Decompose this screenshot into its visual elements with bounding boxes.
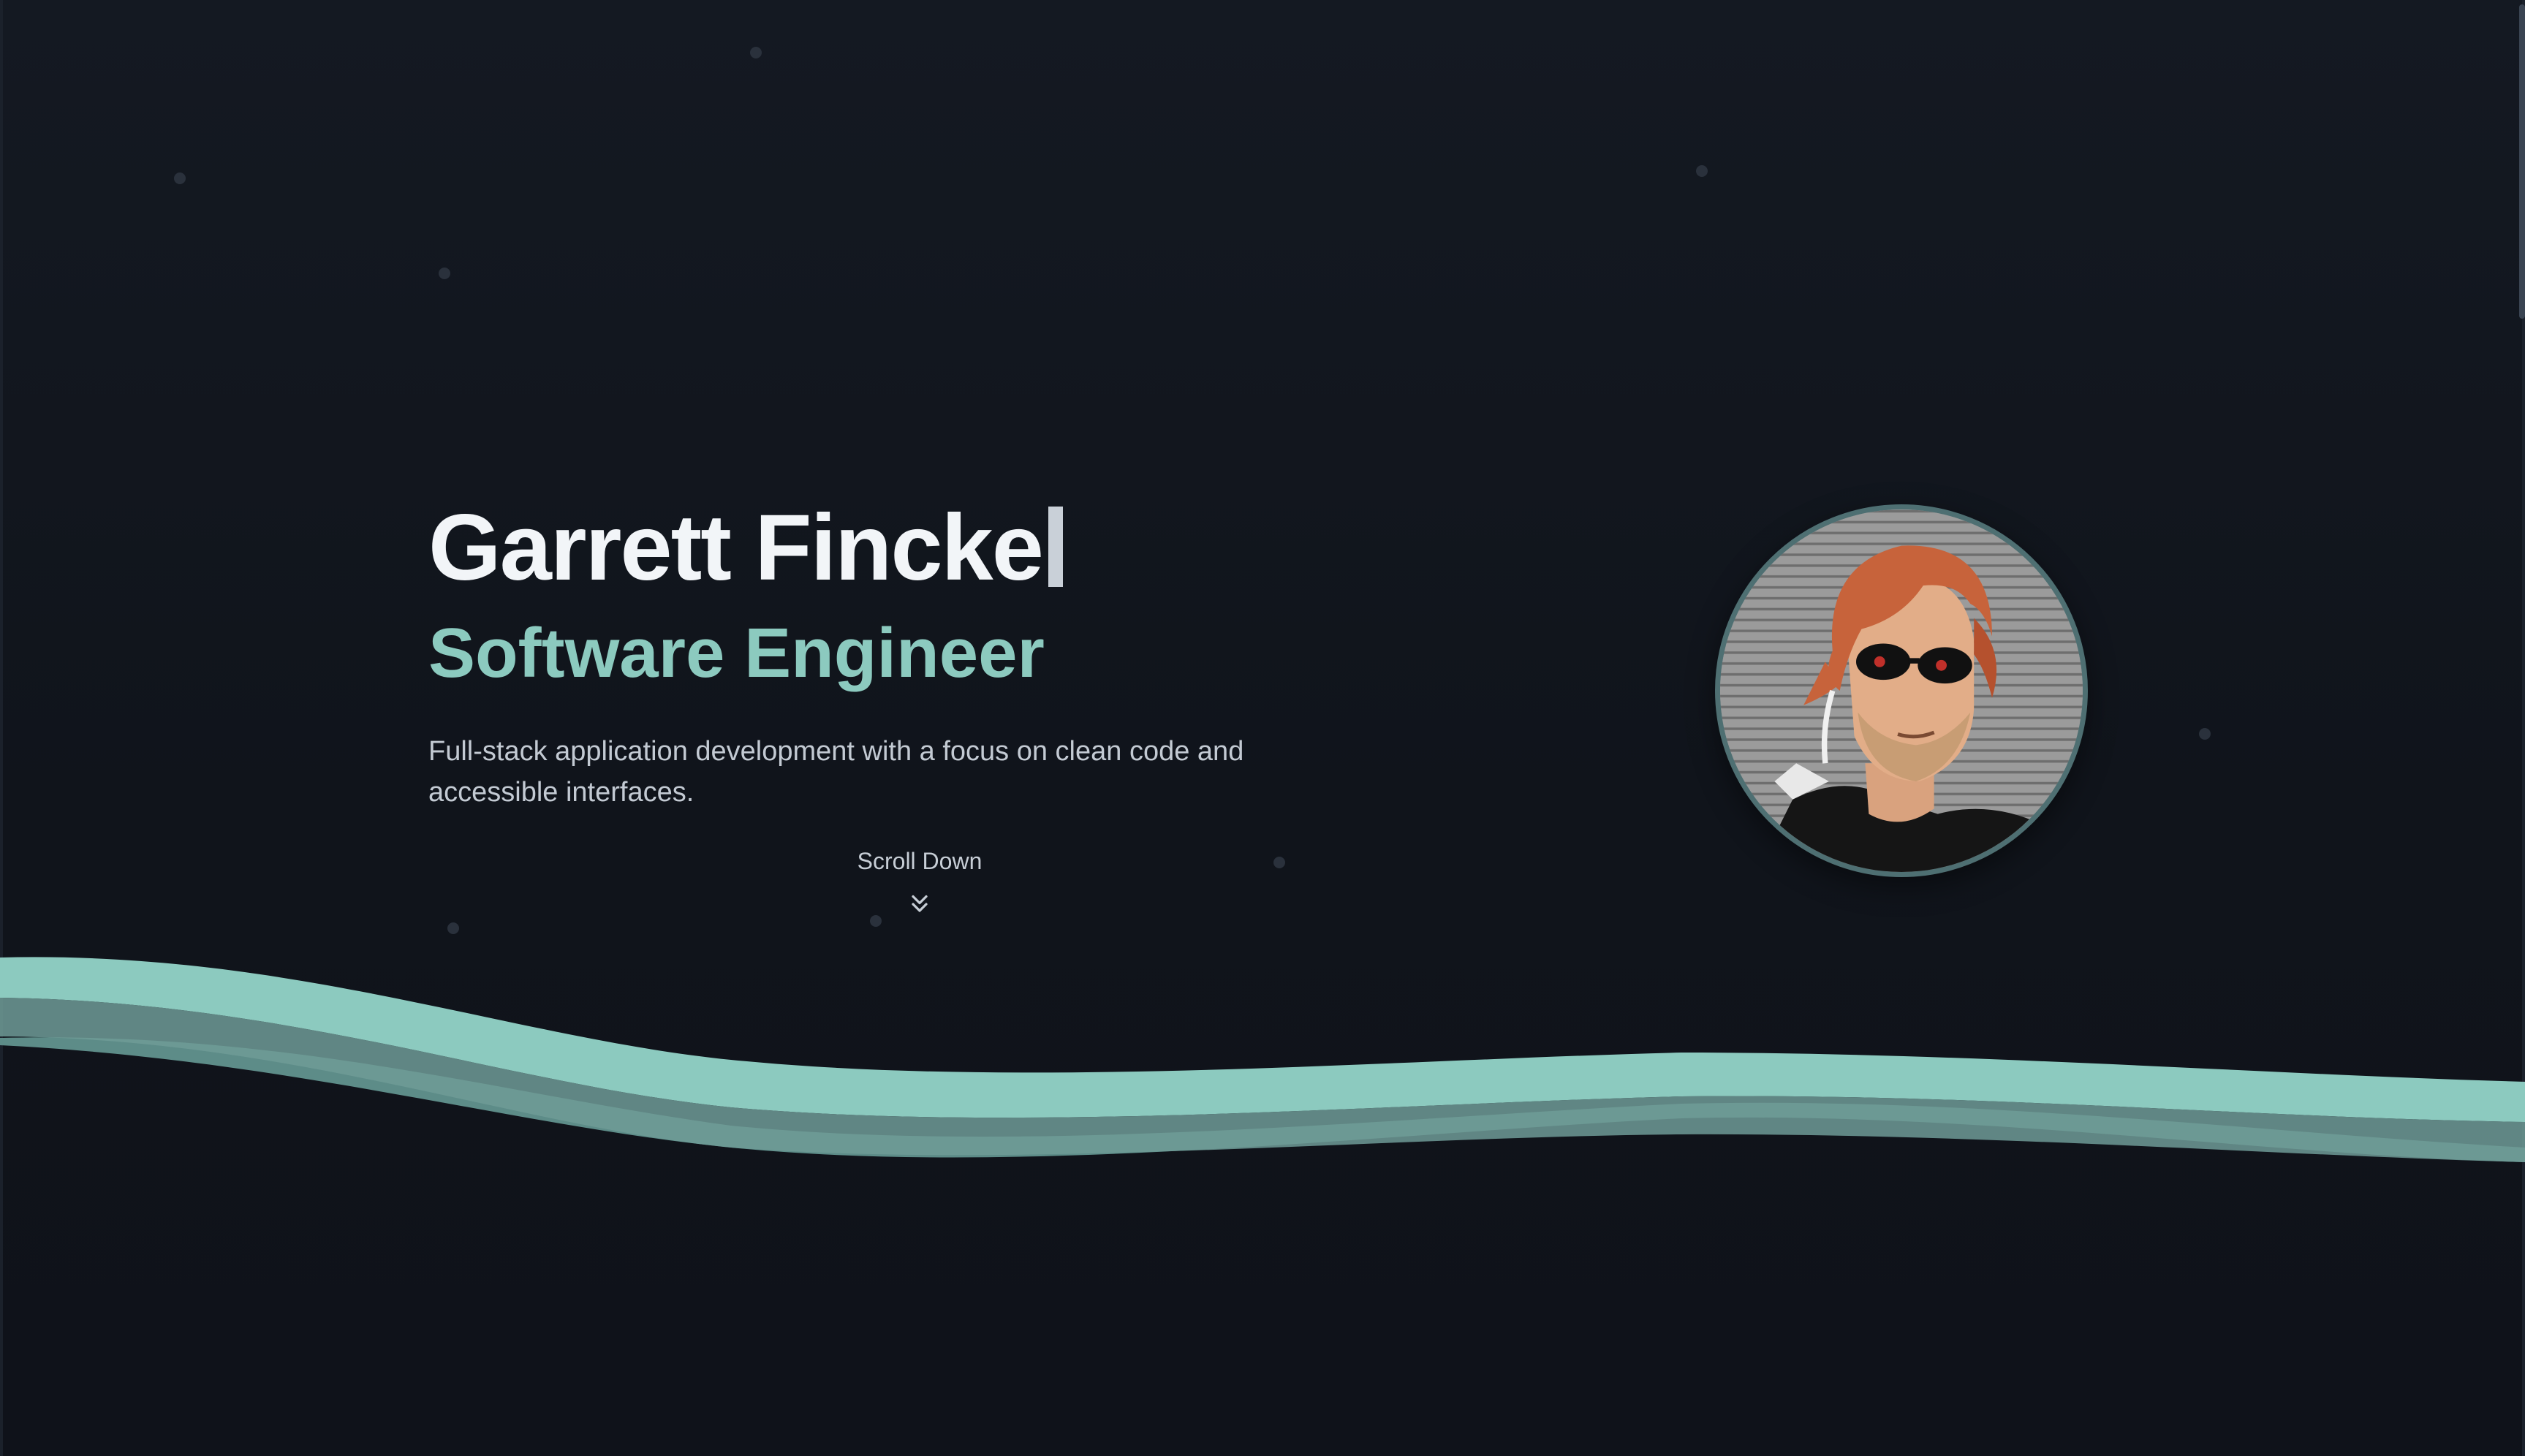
window-edge-left — [0, 0, 3, 1456]
profile-avatar — [1715, 504, 2088, 877]
hero-page: Garrett Fincke Software Engineer Full-st… — [0, 0, 2525, 1456]
avatar-illustration — [1720, 509, 2083, 872]
hero-name-text: Garrett Fincke — [428, 496, 1044, 600]
background-particle — [750, 47, 762, 58]
background-particle — [439, 268, 450, 279]
scroll-down-label: Scroll Down — [857, 848, 983, 874]
hero-role: Software Engineer — [428, 613, 1045, 692]
background-particle — [1696, 165, 1708, 177]
hero-name: Garrett Fincke — [428, 496, 1452, 600]
double-chevron-down-icon — [912, 895, 928, 912]
background-particle — [2199, 728, 2211, 740]
background-particle — [1273, 857, 1285, 868]
decorative-wave — [0, 957, 2525, 1162]
scrollbar-thumb[interactable] — [2519, 4, 2525, 319]
hero-intro: Garrett Fincke Software Engineer Full-st… — [428, 496, 1452, 813]
scroll-down-button[interactable]: Scroll Down — [804, 848, 1035, 917]
typing-caret — [1048, 507, 1063, 587]
scrollbar[interactable] — [2518, 0, 2525, 1456]
hero-tagline: Full-stack application development with … — [428, 736, 1244, 808]
background-particle — [447, 922, 459, 934]
background-particle — [174, 172, 186, 184]
